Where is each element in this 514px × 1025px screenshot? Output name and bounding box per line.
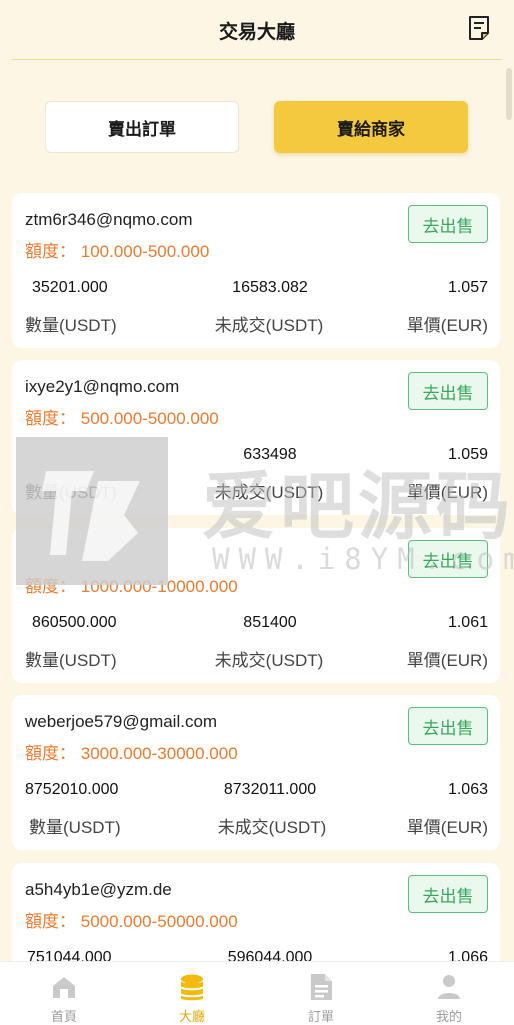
user-icon	[438, 975, 460, 999]
quota-value: 3000.000-30000.000	[80, 744, 238, 763]
quota-range: 額度： 1000.000-10000.000	[25, 572, 238, 597]
quota-label: 額度：	[25, 409, 76, 428]
price-label: 單價(EUR)	[406, 818, 488, 837]
unfilled-label: 未成交(USDT)	[214, 651, 324, 670]
quota-label: 額度：	[25, 577, 76, 596]
home-icon	[53, 977, 75, 998]
merchant-email: a5h4yb1e@yzm.de	[25, 880, 172, 899]
coin-stack-icon	[181, 974, 203, 1001]
listing-card: 額度： 1000.000-10000.000 去出售 860500.000 85…	[12, 528, 500, 683]
price-value: 1.063	[447, 781, 488, 798]
nav-label-profile: 我的	[435, 1009, 462, 1024]
app-header: 交易大廳	[0, 0, 514, 60]
nav-label-lobby: 大廳	[178, 1009, 205, 1024]
bottom-nav: 首頁 大廳 訂單 我的	[0, 961, 514, 1025]
unfilled-label: 未成交(USDT)	[217, 818, 327, 837]
quota-range: 額度： 500.000-5000.000	[25, 404, 219, 429]
quota-label: 額度：	[25, 912, 76, 931]
sell-button[interactable]: 去出售	[408, 372, 488, 410]
quota-label: 額度：	[25, 744, 76, 763]
nav-item-home[interactable]: 首頁	[0, 962, 128, 1025]
quantity-value: 860500.000	[32, 614, 117, 631]
orders-note-icon[interactable]	[468, 15, 490, 41]
quota-label: 額度：	[25, 242, 76, 261]
merchant-email: weberjoe579@gmail.com	[25, 712, 218, 731]
nav-item-profile[interactable]: 我的	[385, 962, 513, 1025]
quantity-label: 數量(USDT)	[29, 818, 121, 837]
listing-card: ixye2y1@nqmo.com 額度： 500.000-5000.000 去出…	[12, 360, 500, 515]
merchant-email: ztm6r346@nqmo.com	[25, 210, 193, 229]
quota-range: 額度： 3000.000-30000.000	[25, 739, 238, 764]
price-label: 單價(EUR)	[406, 651, 488, 670]
merchant-email: ixye2y1@nqmo.com	[25, 377, 180, 396]
quota-range: 額度： 5000.000-50000.000	[25, 907, 238, 932]
price-value: 1.059	[447, 446, 488, 463]
page-title: 交易大廳	[218, 22, 295, 43]
nav-label-orders: 訂單	[307, 1009, 334, 1024]
price-label: 單價(EUR)	[406, 483, 488, 502]
header-divider	[12, 59, 502, 60]
sell-button[interactable]: 去出售	[408, 875, 488, 913]
sell-button[interactable]: 去出售	[408, 707, 488, 745]
unfilled-value: 16583.082	[232, 279, 308, 296]
quota-range: 額度： 100.000-500.000	[25, 237, 209, 262]
quantity-value: 35201.000	[32, 279, 108, 296]
quantity-label: 數量(USDT)	[25, 316, 117, 335]
unfilled-label: 未成交(USDT)	[214, 316, 324, 335]
tab-sell-orders[interactable]: 賣出訂單	[45, 101, 239, 153]
unfilled-value: 8732011.000	[223, 781, 317, 798]
tab-sell-to-merchant[interactable]: 賣給商家	[274, 101, 468, 153]
nav-item-orders[interactable]: 訂單	[257, 962, 385, 1025]
sell-button[interactable]: 去出售	[408, 540, 488, 578]
quantity-label: 數量(USDT)	[25, 651, 117, 670]
price-label: 單價(EUR)	[406, 316, 488, 335]
price-value: 1.061	[447, 614, 488, 631]
sell-button[interactable]: 去出售	[408, 205, 488, 243]
quota-value: 1000.000-10000.000	[80, 577, 238, 596]
listing-card: weberjoe579@gmail.com 額度： 3000.000-30000…	[12, 695, 500, 850]
quota-value: 5000.000-50000.000	[80, 912, 238, 931]
price-value: 1.057	[447, 279, 488, 296]
unfilled-value: 851400	[243, 614, 297, 631]
unfilled-label: 未成交(USDT)	[214, 483, 324, 502]
nav-item-lobby[interactable]: 大廳	[128, 962, 256, 1025]
quantity-label: 數量(USDT)	[25, 483, 117, 502]
quota-value: 500.000-5000.000	[80, 409, 219, 428]
nav-label-home: 首頁	[50, 1009, 77, 1024]
listing-card: ztm6r346@nqmo.com 額度： 100.000-500.000 去出…	[12, 193, 500, 348]
trade-type-tabs: 賣出訂單 賣給商家	[0, 101, 514, 155]
quantity-value: 8752010.000	[25, 781, 119, 798]
quota-value: 100.000-500.000	[80, 242, 210, 261]
unfilled-value: 633498	[243, 446, 297, 463]
document-icon	[311, 974, 332, 1000]
